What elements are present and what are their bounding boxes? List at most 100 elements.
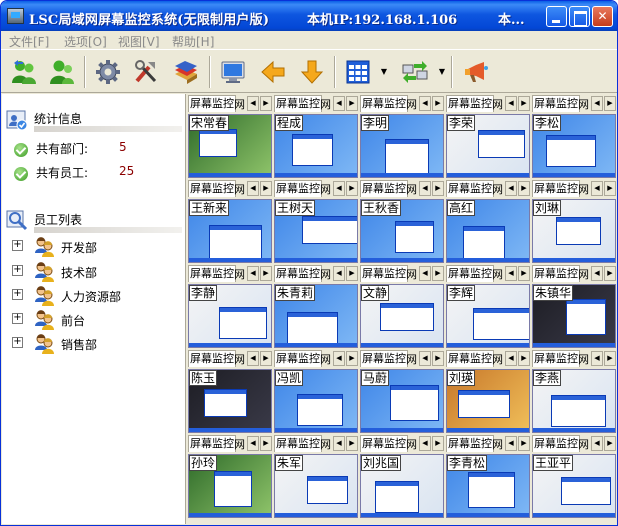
- tab-scroll-right-button[interactable]: ▶: [260, 266, 272, 281]
- tab-network[interactable]: 网: [578, 352, 589, 367]
- screen-cell[interactable]: 屏幕监控网 ◀ ▶ 宋常春: [187, 94, 273, 179]
- monitor-button[interactable]: [214, 53, 252, 91]
- tab-screen-monitor[interactable]: 屏幕监控: [274, 435, 322, 452]
- expand-toggle[interactable]: +: [12, 289, 23, 300]
- screen-thumbnail[interactable]: 朱青莉: [274, 284, 358, 348]
- screen-cell[interactable]: 屏幕监控网 ◀ ▶ 王秋香: [359, 179, 445, 264]
- tab-screen-monitor[interactable]: 屏幕监控: [188, 180, 236, 197]
- screen-cell[interactable]: 屏幕监控网 ◀ ▶ 朱军: [273, 434, 359, 519]
- screen-thumbnail[interactable]: 刘兆国: [360, 454, 444, 518]
- tab-screen-monitor[interactable]: 屏幕监控: [532, 435, 580, 452]
- tab-scroll-right-button[interactable]: ▶: [432, 351, 444, 366]
- tab-screen-monitor[interactable]: 屏幕监控: [532, 350, 580, 367]
- screen-cell[interactable]: 屏幕监控网 ◀ ▶ 孙玲: [187, 434, 273, 519]
- tab-screen-monitor[interactable]: 屏幕监控: [446, 350, 494, 367]
- tab-scroll-left-button[interactable]: ◀: [591, 266, 603, 281]
- tab-scroll-left-button[interactable]: ◀: [333, 351, 345, 366]
- screen-cell[interactable]: 屏幕监控网 ◀ ▶ 王亚平: [531, 434, 617, 519]
- screen-cell[interactable]: 屏幕监控网 ◀ ▶ 文静: [359, 264, 445, 349]
- tab-scroll-right-button[interactable]: ▶: [604, 181, 616, 196]
- tab-network[interactable]: 网: [320, 352, 331, 367]
- tab-network[interactable]: 网: [406, 267, 417, 282]
- screen-cell[interactable]: 屏幕监控网 ◀ ▶ 程成: [273, 94, 359, 179]
- screen-cell[interactable]: 屏幕监控网 ◀ ▶ 李静: [187, 264, 273, 349]
- tab-network[interactable]: 网: [406, 97, 417, 112]
- screen-cell[interactable]: 屏幕监控网 ◀ ▶ 陈玉: [187, 349, 273, 434]
- screen-thumbnail[interactable]: 王树天: [274, 199, 358, 263]
- screen-cell[interactable]: 屏幕监控网 ◀ ▶ 朱镇华: [531, 264, 617, 349]
- download-button[interactable]: [293, 53, 331, 91]
- menu-file[interactable]: 文件[F]: [9, 33, 49, 50]
- tab-scroll-right-button[interactable]: ▶: [518, 181, 530, 196]
- menu-help[interactable]: 帮助[H]: [172, 33, 214, 50]
- tab-screen-monitor[interactable]: 屏幕监控: [532, 265, 580, 282]
- screen-cell[interactable]: 屏幕监控网 ◀ ▶ 朱青莉: [273, 264, 359, 349]
- tab-network[interactable]: 网: [320, 437, 331, 452]
- tab-scroll-right-button[interactable]: ▶: [346, 436, 358, 451]
- tab-network[interactable]: 网: [578, 182, 589, 197]
- tools-button[interactable]: [127, 53, 165, 91]
- menu-options[interactable]: 选项[O]: [64, 33, 107, 50]
- tab-scroll-left-button[interactable]: ◀: [591, 436, 603, 451]
- tab-scroll-left-button[interactable]: ◀: [505, 436, 517, 451]
- screen-thumbnail[interactable]: 高红: [446, 199, 530, 263]
- tab-scroll-left-button[interactable]: ◀: [505, 181, 517, 196]
- screen-cell[interactable]: 屏幕监控网 ◀ ▶ 李明: [359, 94, 445, 179]
- tab-screen-monitor[interactable]: 屏幕监控: [446, 95, 494, 112]
- screen-thumbnail[interactable]: 孙玲: [188, 454, 272, 518]
- tab-network[interactable]: 网: [578, 97, 589, 112]
- tab-scroll-left-button[interactable]: ◀: [419, 96, 431, 111]
- grid-view-button[interactable]: [339, 53, 377, 91]
- tab-network[interactable]: 网: [492, 97, 503, 112]
- tab-scroll-right-button[interactable]: ▶: [260, 436, 272, 451]
- tab-scroll-left-button[interactable]: ◀: [591, 96, 603, 111]
- screen-cell[interactable]: 屏幕监控网 ◀ ▶ 王树天: [273, 179, 359, 264]
- tab-screen-monitor[interactable]: 屏幕监控: [188, 350, 236, 367]
- tab-scroll-right-button[interactable]: ▶: [260, 351, 272, 366]
- screen-thumbnail[interactable]: 王亚平: [532, 454, 616, 518]
- tab-scroll-right-button[interactable]: ▶: [518, 436, 530, 451]
- tab-scroll-left-button[interactable]: ◀: [333, 181, 345, 196]
- tab-network[interactable]: 网: [406, 352, 417, 367]
- tab-screen-monitor[interactable]: 屏幕监控: [446, 180, 494, 197]
- tab-network[interactable]: 网: [578, 437, 589, 452]
- tab-screen-monitor[interactable]: 屏幕监控: [532, 95, 580, 112]
- tab-scroll-left-button[interactable]: ◀: [333, 96, 345, 111]
- tab-network[interactable]: 网: [406, 182, 417, 197]
- screen-cell[interactable]: 屏幕监控网 ◀ ▶ 李荣: [445, 94, 531, 179]
- tab-scroll-left-button[interactable]: ◀: [591, 181, 603, 196]
- tab-scroll-left-button[interactable]: ◀: [333, 436, 345, 451]
- screen-thumbnail[interactable]: 宋常春: [188, 114, 272, 178]
- expand-toggle[interactable]: +: [12, 265, 23, 276]
- screen-thumbnail[interactable]: 程成: [274, 114, 358, 178]
- tab-scroll-right-button[interactable]: ▶: [346, 266, 358, 281]
- screen-thumbnail[interactable]: 王秋香: [360, 199, 444, 263]
- screen-cell[interactable]: 屏幕监控网 ◀ ▶ 冯凯: [273, 349, 359, 434]
- screen-thumbnail[interactable]: 朱镇华: [532, 284, 616, 348]
- settings-button[interactable]: [89, 53, 127, 91]
- screen-cell[interactable]: 屏幕监控网 ◀ ▶ 李松: [531, 94, 617, 179]
- tab-screen-monitor[interactable]: 屏幕监控: [274, 350, 322, 367]
- tab-screen-monitor[interactable]: 屏幕监控: [360, 95, 408, 112]
- tab-network[interactable]: 网: [234, 97, 245, 112]
- tab-scroll-right-button[interactable]: ▶: [432, 436, 444, 451]
- tab-scroll-left-button[interactable]: ◀: [247, 436, 259, 451]
- screen-cell[interactable]: 屏幕监控网 ◀ ▶ 李辉: [445, 264, 531, 349]
- tab-scroll-right-button[interactable]: ▶: [346, 351, 358, 366]
- screen-thumbnail[interactable]: 李燕: [532, 369, 616, 433]
- close-button[interactable]: ✕: [592, 6, 613, 27]
- tab-network[interactable]: 网: [320, 97, 331, 112]
- grid-view-dropdown[interactable]: ▼: [379, 60, 389, 84]
- tab-screen-monitor[interactable]: 屏幕监控: [188, 95, 236, 112]
- tab-network[interactable]: 网: [234, 267, 245, 282]
- tab-scroll-left-button[interactable]: ◀: [419, 181, 431, 196]
- tab-scroll-left-button[interactable]: ◀: [333, 266, 345, 281]
- tab-scroll-right-button[interactable]: ▶: [518, 266, 530, 281]
- tab-scroll-right-button[interactable]: ▶: [604, 96, 616, 111]
- tab-scroll-left-button[interactable]: ◀: [247, 96, 259, 111]
- tab-scroll-right-button[interactable]: ▶: [518, 351, 530, 366]
- tab-screen-monitor[interactable]: 屏幕监控: [360, 180, 408, 197]
- tab-network[interactable]: 网: [578, 267, 589, 282]
- tab-scroll-right-button[interactable]: ▶: [346, 181, 358, 196]
- tab-screen-monitor[interactable]: 屏幕监控: [274, 180, 322, 197]
